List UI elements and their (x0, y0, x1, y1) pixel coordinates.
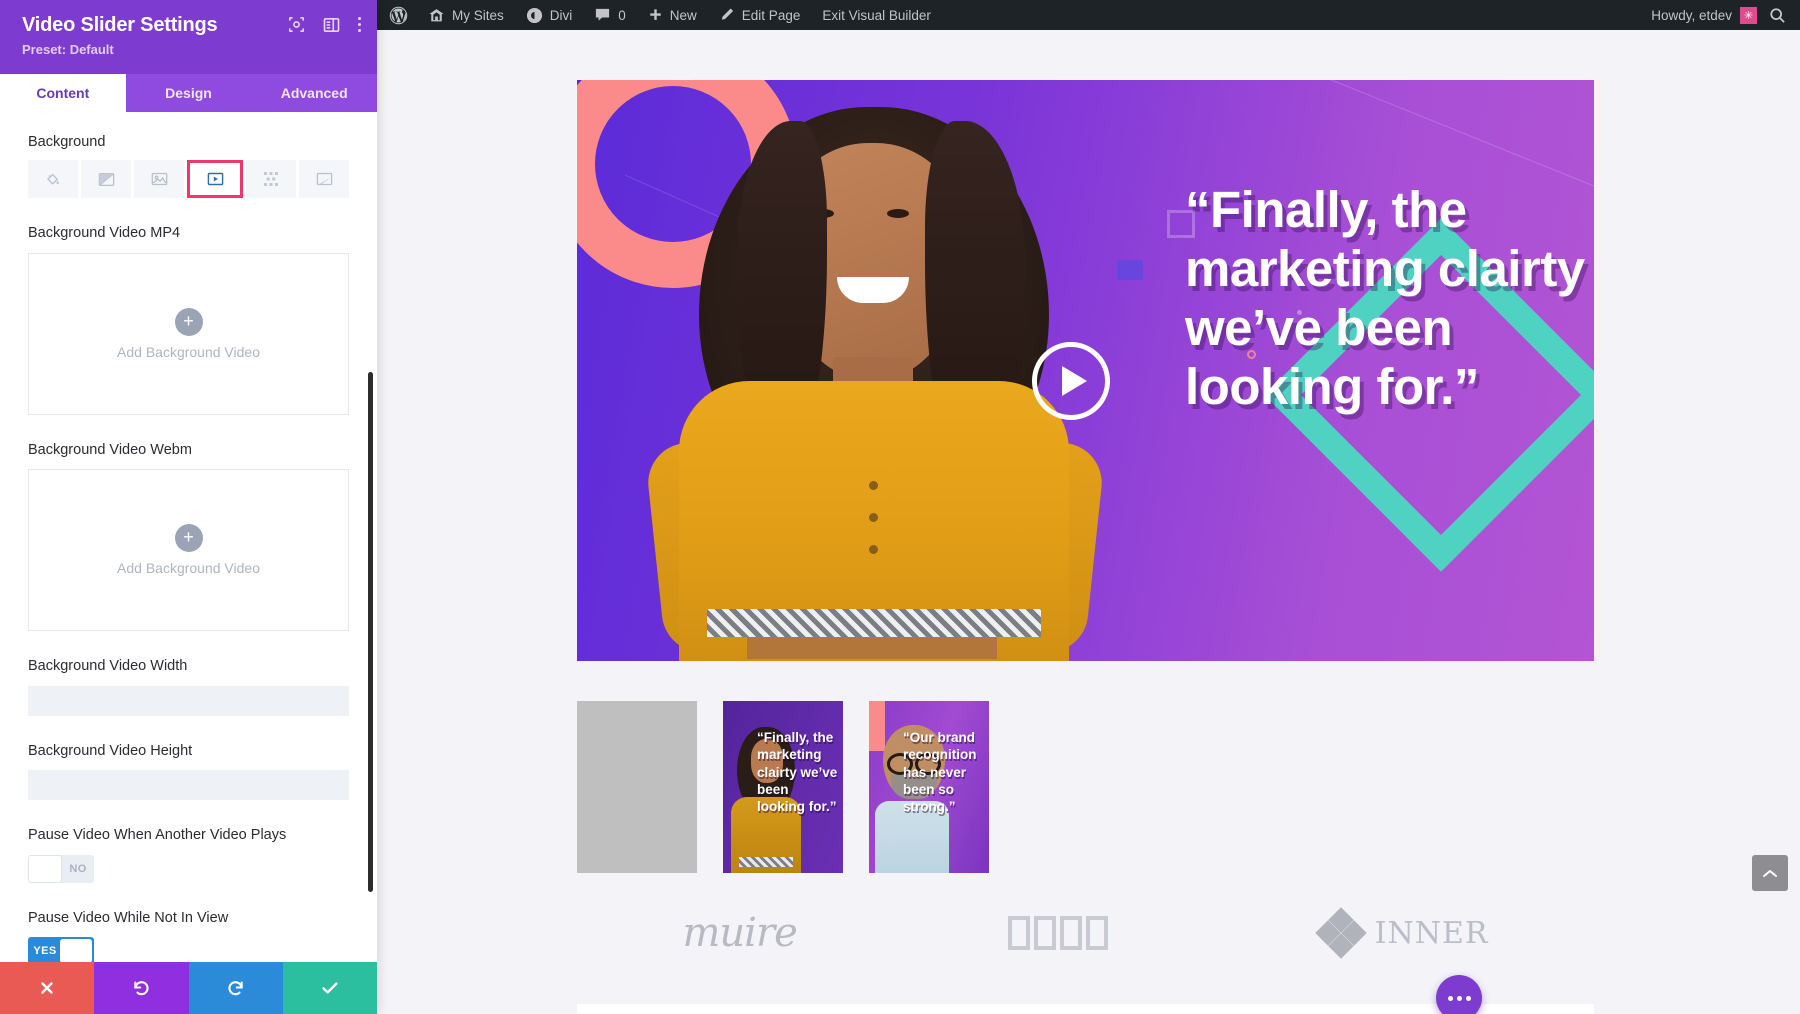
play-icon[interactable] (1032, 342, 1110, 420)
diamond-icon (1319, 911, 1363, 955)
settings-tabs: Content Design Advanced (0, 74, 377, 112)
logo-inner: INNER (1319, 911, 1489, 955)
edit-page-label: Edit Page (742, 8, 801, 23)
cancel-button[interactable] (0, 962, 94, 1014)
logo-row: muire INNER (577, 910, 1594, 956)
slide-thumbnails: “Finally, the marketing clairty we’ve be… (577, 701, 989, 873)
module-settings-dots[interactable] (1436, 975, 1482, 1014)
video-width-label: Background Video Width (28, 657, 349, 677)
image-icon[interactable] (134, 160, 184, 198)
slide-quote: “Finally, the marketing clairty we’ve be… (1185, 180, 1585, 417)
webm-upload-dropzone[interactable]: + Add Background Video (28, 469, 349, 631)
redo-button[interactable] (189, 962, 283, 1014)
webm-field-label: Background Video Webm (28, 441, 349, 461)
edit-page-menu[interactable]: Edit Page (708, 0, 812, 30)
pause-when-another-plays-label: Pause Video When Another Video Plays (28, 826, 349, 846)
tab-advanced[interactable]: Advanced (251, 74, 377, 112)
color-fill-icon[interactable] (28, 160, 78, 198)
settings-panel: Video Slider Settings Preset: Default (0, 0, 377, 1014)
exit-visual-builder-label: Exit Visual Builder (822, 8, 931, 23)
plus-icon: + (175, 308, 203, 336)
pause-while-not-in-view-toggle[interactable]: YES (28, 937, 94, 962)
toggle-knob (28, 855, 62, 883)
target-icon[interactable] (288, 16, 305, 33)
settings-panel-header: Video Slider Settings Preset: Default (0, 0, 377, 74)
logo-grid (1008, 916, 1108, 950)
decor-square-icon (1117, 260, 1143, 280)
save-button[interactable] (283, 962, 377, 1014)
logo-muire: muire (682, 910, 796, 956)
comments-menu[interactable]: 0 (583, 0, 637, 30)
scroll-to-top-icon[interactable] (1752, 855, 1788, 891)
tab-content[interactable]: Content (0, 74, 126, 112)
pause-while-not-in-view-label: Pause Video While Not In View (28, 909, 349, 929)
exit-visual-builder-menu[interactable]: Exit Visual Builder (811, 0, 942, 30)
divi-menu[interactable]: Divi (515, 0, 584, 30)
pause-when-another-plays-toggle[interactable]: NO (28, 855, 94, 883)
gradient-icon[interactable] (81, 160, 131, 198)
new-label: New (670, 8, 697, 23)
divi-label: Divi (550, 8, 573, 23)
video-height-input[interactable] (28, 770, 349, 800)
mp4-field-label: Background Video MP4 (28, 224, 349, 244)
search-icon[interactable] (1757, 7, 1800, 24)
plus-icon: + (175, 524, 203, 552)
settings-panel-actions (0, 962, 377, 1014)
visual-builder-screen: Video Slider Settings Preset: Default (0, 0, 1800, 1014)
more-options-icon[interactable] (358, 17, 361, 32)
my-sites-label: My Sites (452, 8, 504, 23)
tab-design[interactable]: Design (126, 74, 252, 112)
pattern-icon[interactable] (246, 160, 296, 198)
undo-button[interactable] (94, 962, 188, 1014)
admin-bar-right: Howdy, etdev ✳ (1640, 0, 1800, 30)
mask-icon[interactable] (299, 160, 349, 198)
wp-admin-bar: My Sites Divi 0 New Edit Page (377, 0, 1800, 30)
thumbnail-slide-2[interactable]: “Finally, the marketing clairty we’ve be… (723, 701, 843, 873)
howdy-menu[interactable]: Howdy, etdev ✳ (1640, 0, 1757, 30)
comments-count: 0 (618, 8, 626, 23)
layout-icon[interactable] (323, 17, 340, 33)
logo-inner-label: INNER (1375, 916, 1489, 951)
avatar: ✳ (1740, 7, 1757, 24)
thumbnail-quote: “Finally, the marketing clairty we’ve be… (757, 729, 839, 815)
background-type-switcher (28, 160, 349, 198)
video-slider-module[interactable]: “Finally, the marketing clairty we’ve be… (577, 80, 1594, 661)
panel-scrollbar[interactable] (368, 372, 373, 892)
video-width-input[interactable] (28, 686, 349, 716)
toggle-knob (60, 939, 92, 962)
mp4-upload-label: Add Background Video (117, 344, 260, 360)
new-menu[interactable]: New (637, 0, 708, 30)
video-icon[interactable] (187, 160, 243, 198)
preset-selector[interactable]: Preset: Default (22, 42, 357, 57)
toggle-state-label: NO (62, 855, 94, 883)
toggle-state-label: YES (30, 939, 60, 962)
panel-header-actions (288, 16, 361, 33)
thumbnail-slide-3[interactable]: “Our brand recognition has never been so… (869, 701, 989, 873)
builder-canvas: “Finally, the marketing clairty we’ve be… (377, 30, 1800, 1014)
thumbnail-blank[interactable] (577, 701, 697, 873)
howdy-label: Howdy, etdev (1651, 8, 1732, 23)
background-section-label: Background (28, 134, 349, 150)
settings-panel-body: Background (0, 112, 377, 962)
mp4-upload-dropzone[interactable]: + Add Background Video (28, 253, 349, 415)
video-height-label: Background Video Height (28, 742, 349, 762)
webm-upload-label: Add Background Video (117, 560, 260, 576)
wordpress-logo-icon[interactable] (377, 0, 417, 30)
thumbnail-quote: “Our brand recognition has never been so… (903, 729, 985, 815)
my-sites-menu[interactable]: My Sites (417, 0, 515, 30)
